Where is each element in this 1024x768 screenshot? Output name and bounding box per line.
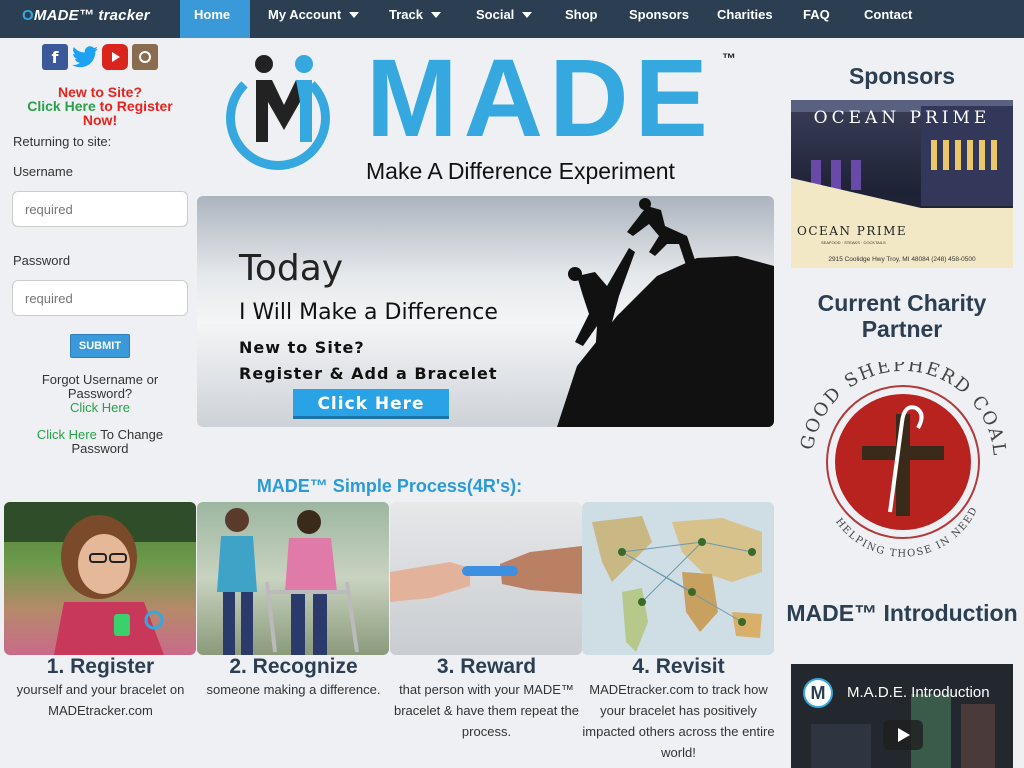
nav-shop[interactable]: Shop <box>551 0 612 38</box>
reward-photo <box>390 502 582 655</box>
reward-text: that person with your MADE™ bracelet & h… <box>393 682 579 739</box>
intro-video[interactable]: M M.A.D.E. Introduction <box>791 664 1013 768</box>
forgot-text: Forgot Username or Password? <box>41 372 159 401</box>
logo-figure-icon <box>255 55 313 142</box>
sponsor-ocean-prime[interactable]: OCEAN PRIME OCEAN PRIME SEAFOOD · STEAKS… <box>791 100 1013 268</box>
hero-new-to-site: New to Site? <box>239 338 365 357</box>
video-title: M.A.D.E. Introduction <box>847 684 990 701</box>
good-shepherd-coalition-logo[interactable]: GOOD SHEPHERD COALITION HELPING THOSE IN… <box>792 362 1014 574</box>
register-now-text: to Register Now! <box>82 98 173 128</box>
password-input[interactable] <box>12 280 188 316</box>
nav-contact-label: Contact <box>864 7 913 22</box>
nav-home-label: Home <box>194 7 231 22</box>
logo-trademark: ™ <box>722 50 736 66</box>
change-password-link[interactable]: Click Here <box>37 427 97 442</box>
logo-word: MADE <box>366 37 714 160</box>
sponsor-sign-text: OCEAN PRIME <box>813 108 991 128</box>
chevron-down-icon <box>430 12 441 18</box>
facebook-icon[interactable]: f <box>42 44 68 70</box>
logo-tagline: Make A Difference Experiment <box>366 158 675 184</box>
hero-headline: I Will Make a Difference <box>239 300 498 325</box>
nav-charities[interactable]: Charities <box>703 0 787 38</box>
video-channel-logo: M <box>803 678 833 708</box>
revisit-title: 4. Revisit <box>632 655 725 678</box>
process-step-revisit: 4. Revisit MADEtracker.com to track how … <box>582 502 775 763</box>
sponsor-card-corner <box>791 178 921 208</box>
charity-heading: Current Charity Partner <box>817 290 987 342</box>
social-links: f <box>42 44 158 70</box>
nav-faq-label: FAQ <box>803 7 830 22</box>
nav-sponsors-label: Sponsors <box>629 7 689 22</box>
process-step-reward: 3. Reward that person with your MADE™ br… <box>390 502 583 742</box>
new-to-site-notice: New to Site? Click Here to Register Now! <box>12 85 188 127</box>
top-nav: OMADE™ tracker Home My Account Track Soc… <box>0 0 1024 38</box>
change-password: Click Here To Change Password <box>12 428 188 456</box>
youtube-icon[interactable] <box>102 44 128 70</box>
revisit-map-photo <box>582 502 774 655</box>
nav-my-account-label: My Account <box>268 7 342 22</box>
process-title: MADE™ Simple Process(4R's): <box>256 476 523 496</box>
nav-track-label: Track <box>389 7 423 22</box>
username-input[interactable] <box>12 191 188 227</box>
nav-shop-label: Shop <box>565 7 598 22</box>
hero-banner[interactable]: Today I Will Make a Difference New to Si… <box>197 196 774 427</box>
username-label: Username <box>13 164 73 179</box>
submit-button[interactable]: SUBMIT <box>70 334 130 358</box>
hero-click-here-button[interactable]: Click Here <box>293 389 449 419</box>
chevron-down-icon <box>522 12 533 18</box>
instagram-icon[interactable] <box>132 44 158 70</box>
sponsor-name: OCEAN PRIME <box>797 224 908 238</box>
brand-text: MADE™ tracker <box>33 7 150 24</box>
register-title: 1. Register <box>46 655 155 678</box>
reward-title: 3. Reward <box>436 655 537 678</box>
register-text: yourself and your bracelet on MADEtracke… <box>16 682 185 718</box>
nav-sponsors[interactable]: Sponsors <box>615 0 703 38</box>
nav-my-account[interactable]: My Account <box>254 0 373 38</box>
password-label: Password <box>13 253 71 268</box>
nav-track[interactable]: Track <box>375 0 455 38</box>
process-step-register: 1. Register yourself and your bracelet o… <box>4 502 197 721</box>
sponsor-subtitle: SEAFOOD · STEAKS · COCKTAILS <box>821 240 886 245</box>
chevron-down-icon <box>349 12 360 18</box>
nav-contact[interactable]: Contact <box>850 0 926 38</box>
climbers-silhouette-icon <box>557 198 774 427</box>
process-step-recognize: 2. Recognize someone making a difference… <box>197 502 390 700</box>
play-icon[interactable] <box>883 720 923 750</box>
forgot-link[interactable]: Click Here <box>12 401 188 415</box>
nav-social-label: Social <box>476 7 515 22</box>
new-to-site-text: New to Site? <box>57 84 142 100</box>
twitter-icon[interactable] <box>72 44 98 70</box>
sponsors-heading: Sponsors <box>848 63 956 89</box>
hero-register: Register & Add a Bracelet <box>239 364 498 383</box>
revisit-text: MADEtracker.com to track how your bracel… <box>582 682 775 760</box>
recognize-text: someone making a difference. <box>206 682 381 697</box>
sponsor-address: 2915 Coolidge Hwy Troy, MI 48084 (248) 4… <box>828 256 976 263</box>
returning-label: Returning to site: <box>13 134 112 149</box>
nav-social[interactable]: Social <box>462 0 546 38</box>
recognize-photo <box>197 502 389 655</box>
brand-logo[interactable]: OMADE™ tracker <box>22 7 150 24</box>
nav-home[interactable]: Home <box>180 0 250 38</box>
nav-faq[interactable]: FAQ <box>789 0 844 38</box>
made-logo: MADE ™ Make A Difference Experiment <box>222 44 752 188</box>
forgot-credentials: Forgot Username or Password? Click Here <box>12 373 188 415</box>
register-photo <box>4 502 196 655</box>
nav-charities-label: Charities <box>717 7 773 22</box>
hero-today: Today <box>239 248 344 289</box>
intro-heading: MADE™ Introduction <box>786 600 1018 626</box>
recognize-title: 2. Recognize <box>229 655 358 678</box>
